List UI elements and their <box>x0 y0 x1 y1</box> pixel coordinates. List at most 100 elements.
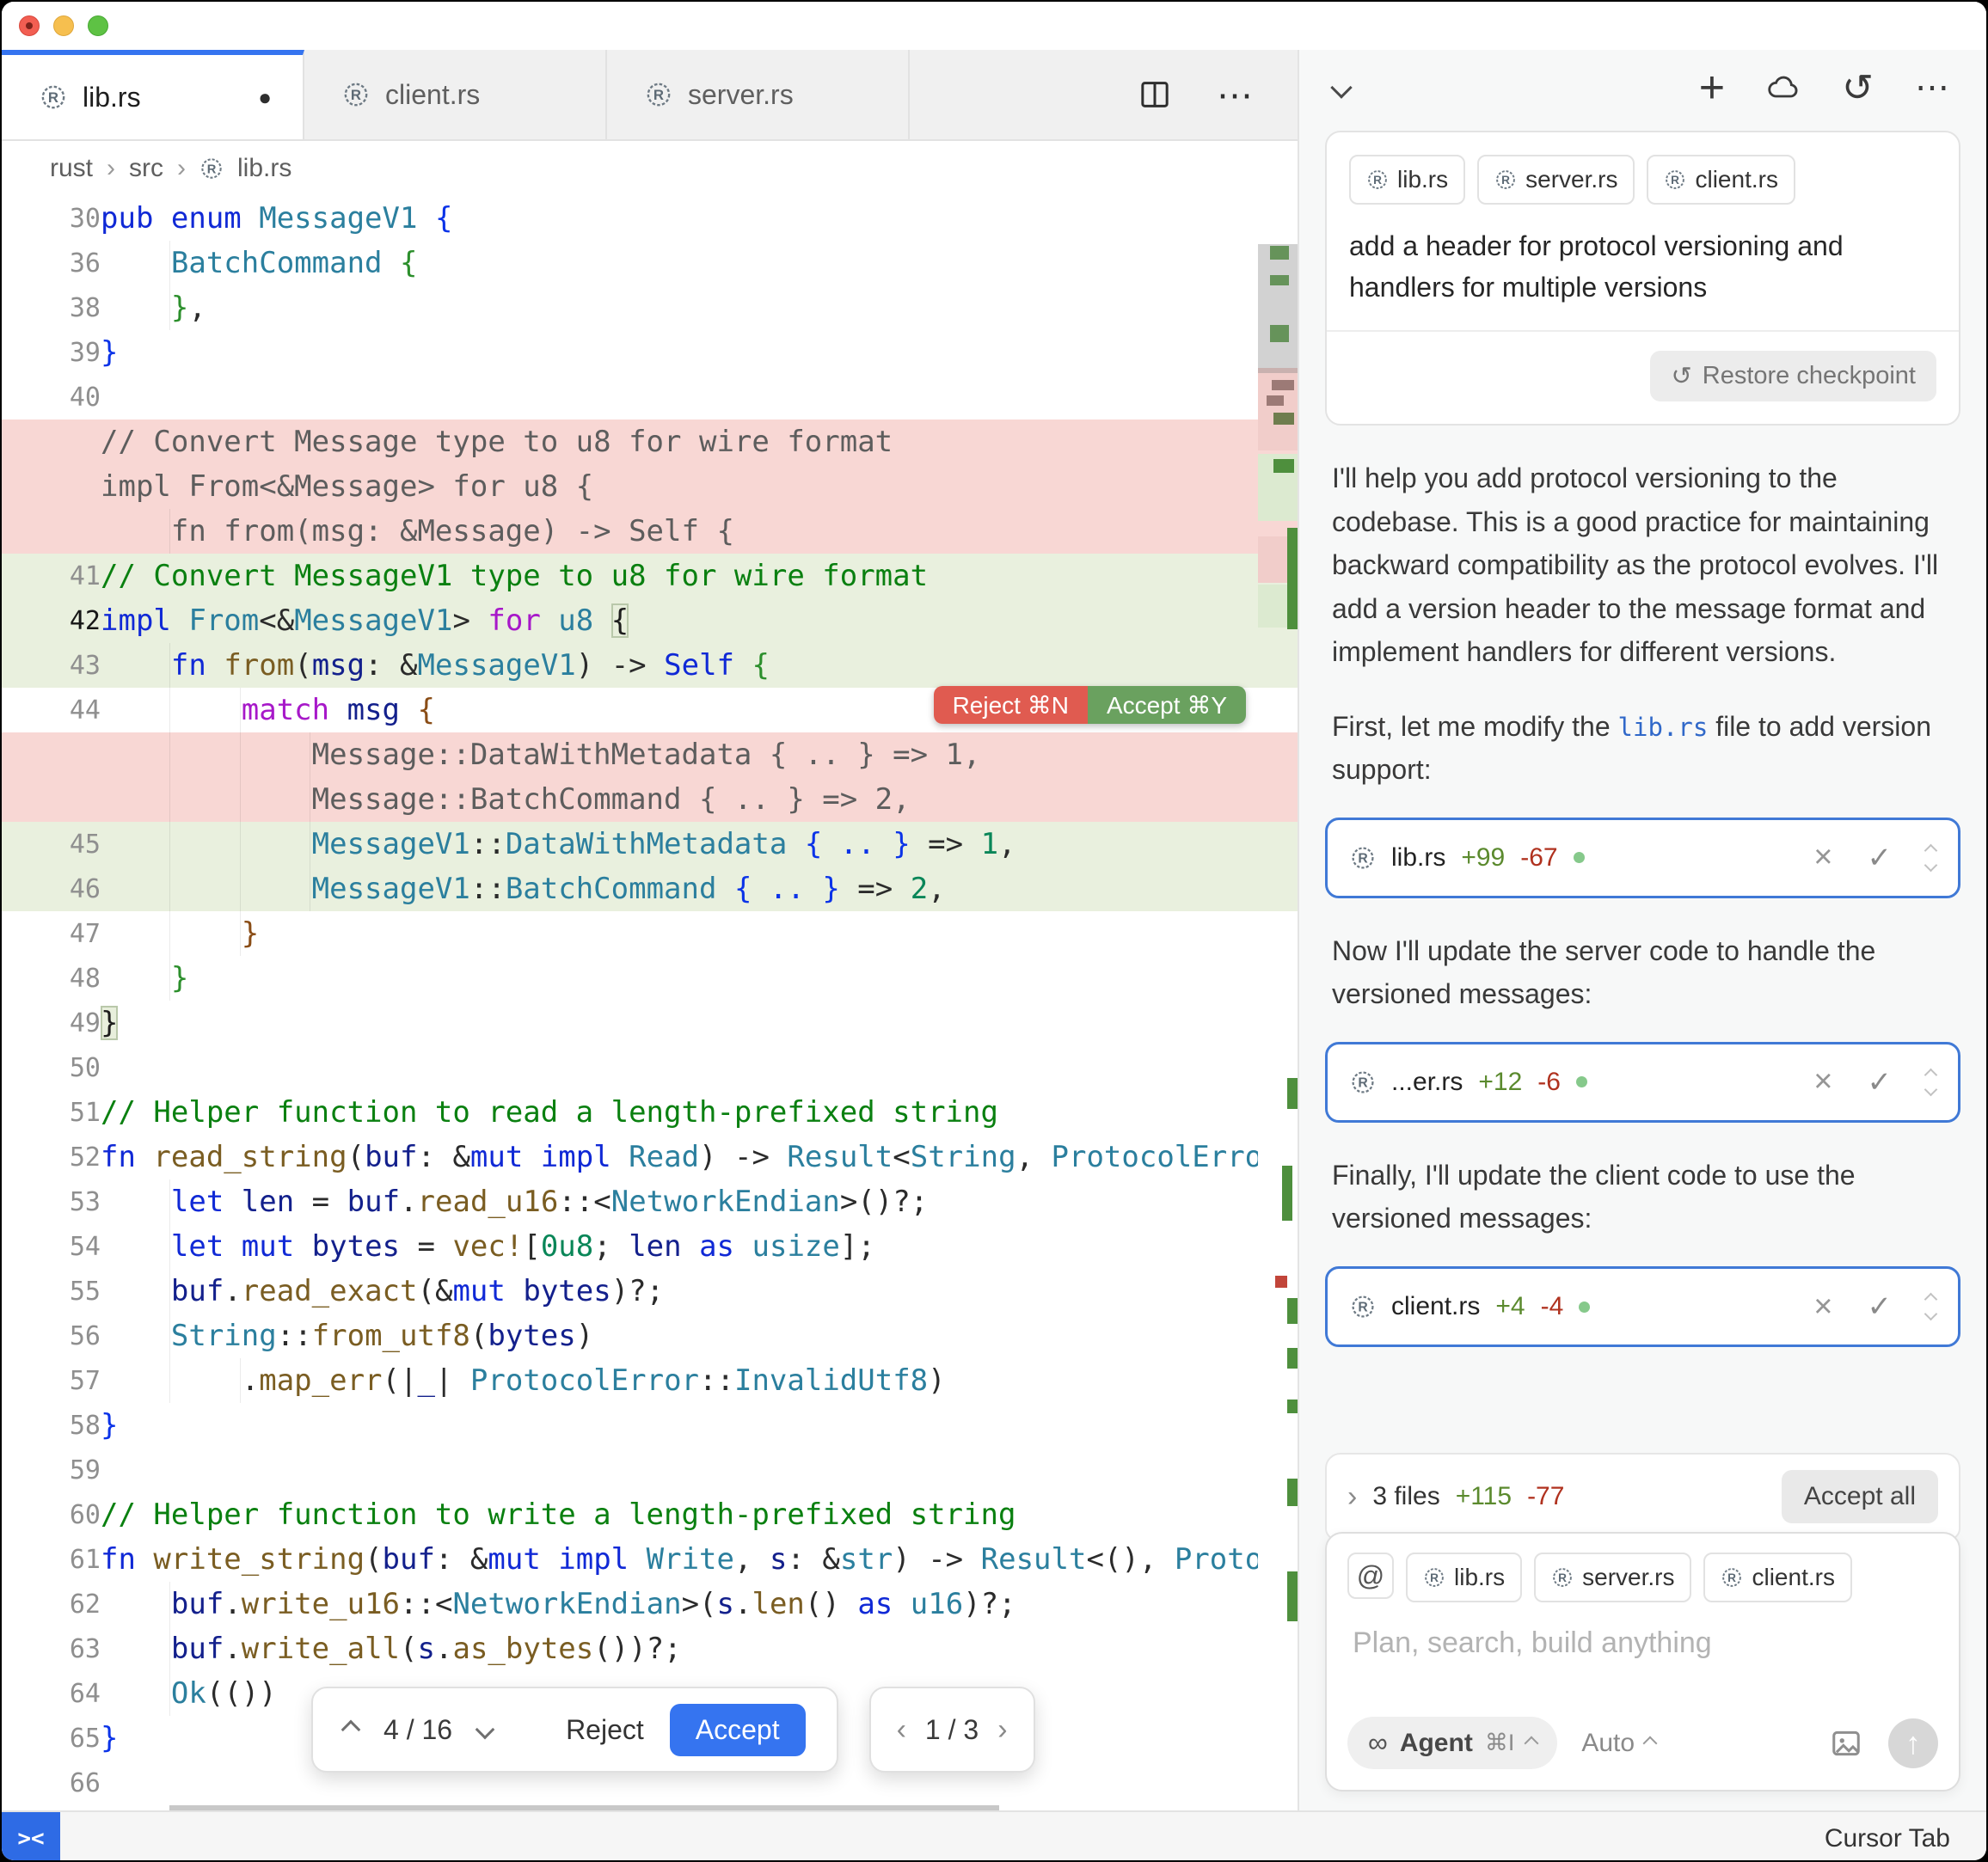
pager-prev-icon[interactable]: ‹ <box>897 1713 906 1747</box>
context-pill-client.rs[interactable]: Rclient.rs <box>1647 155 1795 205</box>
chevron-down-icon <box>1924 859 1938 873</box>
assistant-paragraph: I'll help you add protocol versioning to… <box>1332 456 1954 674</box>
expand-icon[interactable] <box>1926 846 1936 870</box>
dismiss-icon[interactable]: × <box>1813 839 1832 876</box>
indent-guide <box>240 1358 241 1403</box>
chat-input-card[interactable]: @ Rlib.rsRserver.rsRclient.rs Plan, sear… <box>1325 1532 1960 1792</box>
rust-icon: R <box>1366 168 1389 191</box>
deleted-line: impl From<&Message> for u8 { <box>2 464 1298 509</box>
context-pill-label: server.rs <box>1525 166 1617 193</box>
tab-client.rs[interactable]: Rclient.rs <box>304 50 607 139</box>
expand-icon[interactable] <box>1926 1070 1936 1094</box>
card-actions: ×✓ <box>1813 839 1936 876</box>
rust-icon: R <box>40 83 67 111</box>
code-text: Message::DataWithMetadata { .. } => 1, <box>101 732 1258 777</box>
chevron-up-icon <box>1924 1293 1938 1307</box>
dismiss-icon[interactable]: × <box>1813 1289 1832 1326</box>
rust-icon: R <box>1551 1566 1574 1589</box>
tab-server.rs[interactable]: Rserver.rs <box>607 50 910 139</box>
indent-guide <box>169 509 170 554</box>
line-number: 58 <box>2 1411 101 1441</box>
minimap[interactable] <box>1258 196 1298 1810</box>
code-text: MessageV1::DataWithMetadata { .. } => 1, <box>101 822 1258 867</box>
line-number: 43 <box>2 651 101 681</box>
code-line: 30pub enum MessageV1 { <box>2 196 1298 241</box>
chevron-up-icon <box>1924 844 1938 858</box>
rust-icon: R <box>1423 1566 1445 1589</box>
close-window-button[interactable] <box>19 15 40 36</box>
pending-diff-block <box>169 1805 999 1810</box>
add-context-button[interactable]: @ <box>1347 1553 1394 1599</box>
code-text: } <box>101 956 1258 1001</box>
editor-more-icon[interactable]: ⋯ <box>1217 74 1256 116</box>
code-text: impl From<&MessageV1> for u8 { <box>101 598 1258 643</box>
pager-next-icon[interactable]: › <box>997 1713 1007 1747</box>
reject-button[interactable]: Reject <box>566 1714 644 1746</box>
remote-window-icon[interactable]: >< <box>2 1812 60 1860</box>
diff-prev-icon[interactable] <box>341 1720 361 1740</box>
accept-file-icon[interactable]: ✓ <box>1868 1065 1893 1099</box>
chat-more-icon[interactable]: ⋯ <box>1915 68 1952 107</box>
cloud-icon[interactable] <box>1766 70 1801 105</box>
minimap-mark <box>1287 1348 1298 1369</box>
breadcrumb-item[interactable]: src <box>129 154 163 183</box>
new-chat-icon[interactable]: + <box>1699 62 1725 113</box>
diff-nav-bar: 4 / 16 Reject Accept <box>311 1687 838 1773</box>
minimap-mark <box>1272 380 1294 390</box>
accept-button[interactable]: Accept <box>670 1704 806 1756</box>
composer-pill-server.rs[interactable]: Rserver.rs <box>1534 1553 1691 1602</box>
send-button[interactable]: ↑ <box>1888 1718 1938 1768</box>
composer-pill-client.rs[interactable]: Rclient.rs <box>1703 1553 1851 1602</box>
file-change-card-...er.rs[interactable]: R...er.rs+12-6×✓ <box>1325 1042 1960 1123</box>
accept-all-button[interactable]: Accept all <box>1782 1470 1938 1523</box>
split-editor-icon[interactable] <box>1138 77 1172 112</box>
indent-guide <box>240 822 241 867</box>
minimize-window-button[interactable] <box>53 15 74 36</box>
deletions: -6 <box>1537 1068 1561 1097</box>
code-text: buf.write_u16::<NetworkEndian>(s.len() a… <box>101 1582 1258 1626</box>
minimap-mark <box>1282 1166 1292 1221</box>
code-text: Message::BatchCommand { .. } => 2, <box>101 777 1258 822</box>
expand-files-icon[interactable]: › <box>1347 1480 1357 1514</box>
diff-next-icon[interactable] <box>476 1720 495 1740</box>
code-text: fn read_string(buf: &mut impl Read) -> R… <box>101 1135 1258 1179</box>
code-line: 52fn read_string(buf: &mut impl Read) ->… <box>2 1135 1298 1179</box>
model-selector[interactable]: Auto <box>1581 1729 1655 1758</box>
dismiss-icon[interactable]: × <box>1813 1063 1832 1100</box>
minimap-mark <box>1273 459 1294 473</box>
tab-lib.rs[interactable]: Rlib.rs● <box>2 50 304 139</box>
indent-guide <box>169 822 170 867</box>
code-text: // Helper function to write a length-pre… <box>101 1492 1258 1537</box>
breadcrumb-item[interactable]: lib.rs <box>237 154 291 183</box>
code-editor[interactable]: 30pub enum MessageV1 {36 BatchCommand {3… <box>2 196 1298 1810</box>
restore-checkpoint-button[interactable]: ↺ Restore checkpoint <box>1650 351 1936 401</box>
zoom-window-button[interactable] <box>88 15 108 36</box>
scrollbar-thumb[interactable] <box>1258 244 1298 373</box>
composer-pill-lib.rs[interactable]: Rlib.rs <box>1406 1553 1522 1602</box>
image-attach-icon[interactable] <box>1830 1727 1862 1760</box>
accept-file-icon[interactable]: ✓ <box>1868 1289 1893 1324</box>
collapse-chat-icon[interactable] <box>1330 77 1352 98</box>
context-pill-lib.rs[interactable]: Rlib.rs <box>1349 155 1465 205</box>
indent-guide <box>240 777 241 822</box>
history-icon[interactable]: ↺ <box>1842 66 1874 110</box>
indent-guide <box>169 1224 170 1269</box>
line-number: 52 <box>2 1142 101 1173</box>
inline-reject-button[interactable]: Reject ⌘N <box>934 686 1088 724</box>
accept-file-icon[interactable]: ✓ <box>1868 841 1893 875</box>
breadcrumb-item[interactable]: rust <box>50 154 93 183</box>
file-name: ...er.rs <box>1391 1068 1463 1097</box>
context-pill-server.rs[interactable]: Rserver.rs <box>1477 155 1635 205</box>
status-bar: >< Cursor Tab <box>2 1810 1986 1860</box>
agent-mode-selector[interactable]: ∞ Agent ⌘I <box>1347 1717 1557 1769</box>
chat-input-placeholder[interactable]: Plan, search, build anything <box>1353 1626 1933 1660</box>
svg-text:R: R <box>1501 174 1510 187</box>
file-change-card-client.rs[interactable]: Rclient.rs+4-4×✓ <box>1325 1266 1960 1347</box>
expand-icon[interactable] <box>1926 1295 1936 1319</box>
inline-accept-button[interactable]: Accept ⌘Y <box>1088 686 1246 724</box>
minimap-mark <box>1287 1078 1298 1109</box>
total-additions: +115 <box>1456 1482 1512 1511</box>
code-rows: 30pub enum MessageV1 {36 BatchCommand {3… <box>2 196 1298 1810</box>
file-change-card-lib.rs[interactable]: Rlib.rs+99-67×✓ <box>1325 818 1960 898</box>
rust-icon: R <box>1350 1294 1376 1320</box>
